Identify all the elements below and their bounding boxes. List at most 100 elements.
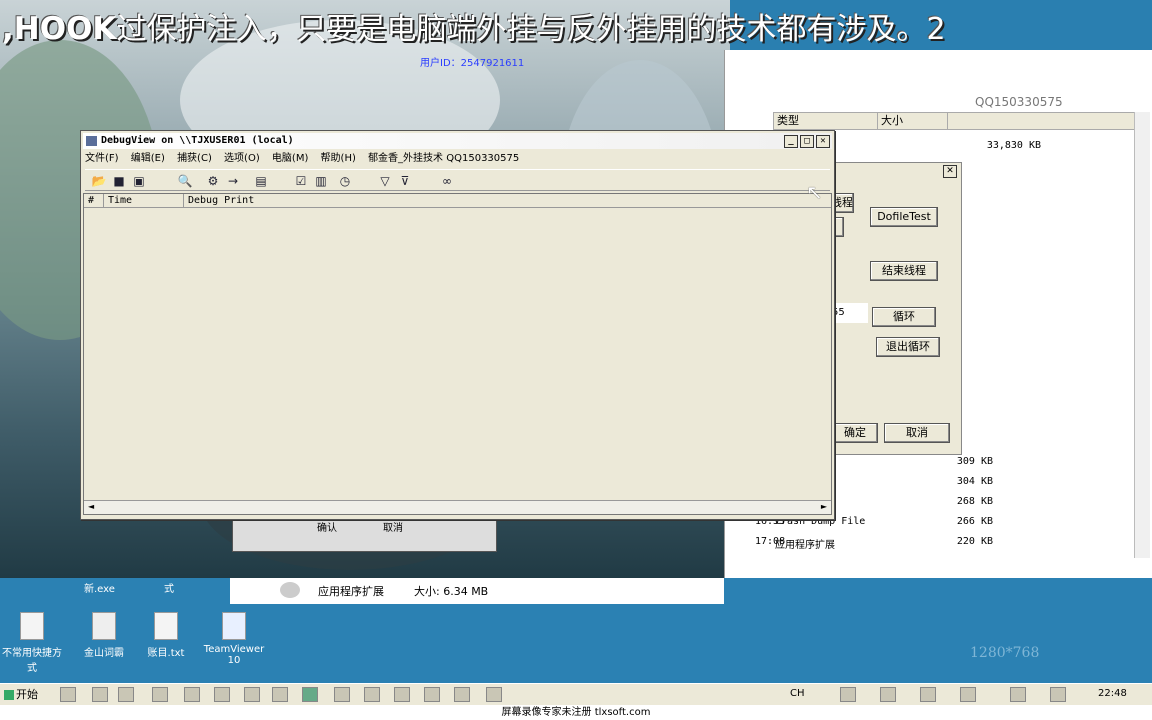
funnel-icon[interactable]: ⊽ (397, 173, 413, 189)
column-debug-print[interactable]: Debug Print (184, 194, 584, 207)
menu-help[interactable]: 帮助(H) (321, 153, 356, 164)
hidden-cancel-button[interactable]: 取消 (383, 519, 403, 534)
quicklaunch-icon[interactable] (60, 687, 76, 702)
menu-computer[interactable]: 电脑(M) (272, 153, 308, 164)
app-button-debugview[interactable] (302, 687, 318, 702)
exit-loop-button[interactable]: 退出循环 (876, 337, 940, 357)
desktop-icon-label: 不常用快捷方式 (2, 648, 62, 674)
desktop-label-partial: 式.txt (230, 584, 257, 595)
scroll-left-icon[interactable]: ◄ (88, 502, 94, 511)
cancel-button[interactable]: 取消 (884, 423, 950, 443)
column-size[interactable]: 大小 (878, 113, 948, 129)
menu-edit[interactable]: 编辑(E) (131, 153, 165, 164)
binoculars-icon[interactable]: ∞ (439, 173, 455, 189)
start-button[interactable]: 开始 (2, 686, 46, 704)
scroll-icon[interactable]: ▥ (313, 173, 329, 189)
file-type: 应用程序扩展 (775, 540, 835, 551)
file-size: 266 KB (956, 516, 993, 527)
app-button[interactable] (454, 687, 470, 702)
quicklaunch-icon[interactable] (272, 687, 288, 702)
maximize-icon[interactable]: □ (800, 135, 814, 148)
app-button[interactable] (486, 687, 502, 702)
window-title: DebugView on \\TJXUSER01 (local) (101, 135, 294, 146)
scroll-right-icon[interactable]: ► (821, 502, 827, 511)
loop-button[interactable]: 循环 (872, 307, 936, 327)
desktop-icon-shortcuts[interactable]: 不常用快捷方式 (0, 612, 64, 674)
app-button[interactable] (394, 687, 410, 702)
app-button[interactable] (364, 687, 380, 702)
end-thread-button[interactable]: 结束线程 (870, 261, 938, 281)
file-list-header: 类型 大小 (773, 112, 1149, 130)
dictionary-icon (92, 612, 116, 640)
find-icon[interactable]: 🔍 (177, 173, 193, 189)
filter-icon[interactable]: ▽ (377, 173, 393, 189)
desktop-icon-kingsoft[interactable]: 金山词霸 (72, 612, 136, 659)
debug-output-list[interactable]: # Time Debug Print ◄ ► (83, 193, 832, 515)
desktop-icon-label: TeamViewer 10 (203, 644, 265, 666)
column-time[interactable]: Time (104, 194, 184, 207)
recorder-watermark: 屏幕录像专家未注册 tlxsoft.com (0, 705, 1152, 720)
dofile-test-button[interactable]: DofileTest (870, 207, 938, 227)
clock-icon[interactable]: ◷ (337, 173, 353, 189)
column-type[interactable]: 类型 (774, 113, 878, 129)
horizontal-scrollbar[interactable]: ◄ ► (84, 500, 831, 514)
quicklaunch-icon[interactable] (118, 687, 134, 702)
close-icon[interactable]: ✕ (816, 135, 830, 148)
explorer-scrollbar[interactable] (1134, 112, 1150, 558)
app-button[interactable] (424, 687, 440, 702)
hidden-ok-button[interactable]: 确认 (317, 519, 337, 534)
capture-icon[interactable]: ⚙ (205, 173, 221, 189)
menu-capture[interactable]: 捕获(C) (177, 153, 212, 164)
menu-options[interactable]: 选项(O) (224, 153, 260, 164)
tray-icon[interactable] (1010, 687, 1026, 702)
desktop-icon-ledger[interactable]: 账目.txt (134, 612, 198, 659)
minimize-icon[interactable]: _ (784, 135, 798, 148)
hidden-dialog: 确认 取消 (232, 518, 497, 552)
taskbar: 开始 CH 22:48 (0, 683, 1152, 705)
file-size: 309 KB (956, 456, 993, 467)
desktop-label-partial: 新.exe (84, 584, 115, 595)
menu-extra: 郁金香_外挂技术 QQ150330575 (368, 153, 520, 164)
save-icon[interactable]: ■ (111, 173, 127, 189)
arrow-icon[interactable]: → (225, 173, 241, 189)
folder-icon (20, 612, 44, 640)
value-field[interactable]: 55 (832, 303, 868, 323)
file-row[interactable]: 17:08 应用程序扩展 220 KB (755, 536, 1145, 554)
dialog-close-icon[interactable]: ✕ (943, 165, 957, 178)
app-icon (86, 136, 97, 146)
clock[interactable]: 22:48 (1098, 688, 1127, 699)
status-size: 大小: 6.34 MB (414, 585, 489, 598)
save-all-icon[interactable]: ▣ (131, 173, 147, 189)
tray-icon[interactable] (920, 687, 936, 702)
tray-icon[interactable] (1050, 687, 1066, 702)
quicklaunch-icon[interactable] (214, 687, 230, 702)
column-number[interactable]: # (84, 194, 104, 207)
tray-icon[interactable] (960, 687, 976, 702)
quicklaunch-icon[interactable] (244, 687, 260, 702)
quicklaunch-icon[interactable] (152, 687, 168, 702)
resolution-label: 1280*768 (970, 645, 1040, 661)
file-size: 304 KB (956, 476, 993, 487)
mouse-cursor-icon: ↖ (806, 180, 823, 204)
file-type-icon (280, 582, 300, 598)
tray-icon[interactable] (880, 687, 896, 702)
debugview-titlebar[interactable]: DebugView on \\TJXUSER01 (local) _ □ ✕ (83, 133, 832, 149)
quicklaunch-icon[interactable] (92, 687, 108, 702)
highlight-icon[interactable]: ☑ (293, 173, 309, 189)
file-size: 268 KB (956, 496, 993, 507)
menu-file[interactable]: 文件(F) (85, 153, 119, 164)
test-dialog: ✕ 线程 DofileTest 结束线程 55 循环 退出循环 确定 取消 (830, 162, 962, 455)
tray-icon[interactable] (840, 687, 856, 702)
ok-button[interactable]: 确定 (832, 423, 878, 443)
language-indicator[interactable]: CH (790, 688, 805, 699)
teamviewer-icon (222, 612, 246, 640)
open-icon[interactable]: 📂 (91, 173, 107, 189)
explorer-status-bar: 应用程序扩展 大小: 6.34 MB (230, 578, 724, 604)
quicklaunch-icon[interactable] (184, 687, 200, 702)
banner-prefix: , (2, 11, 14, 47)
clear-icon[interactable]: ▤ (253, 173, 269, 189)
desktop-icon-teamviewer[interactable]: TeamViewer 10 (202, 612, 266, 666)
debugview-window: DebugView on \\TJXUSER01 (local) _ □ ✕ 文… (80, 130, 835, 520)
toolbar: 📂 ■ ▣ 🔍 ⚙ → ▤ ☑ ▥ ◷ ▽ ⊽ ∞ (85, 169, 830, 191)
app-button[interactable] (334, 687, 350, 702)
